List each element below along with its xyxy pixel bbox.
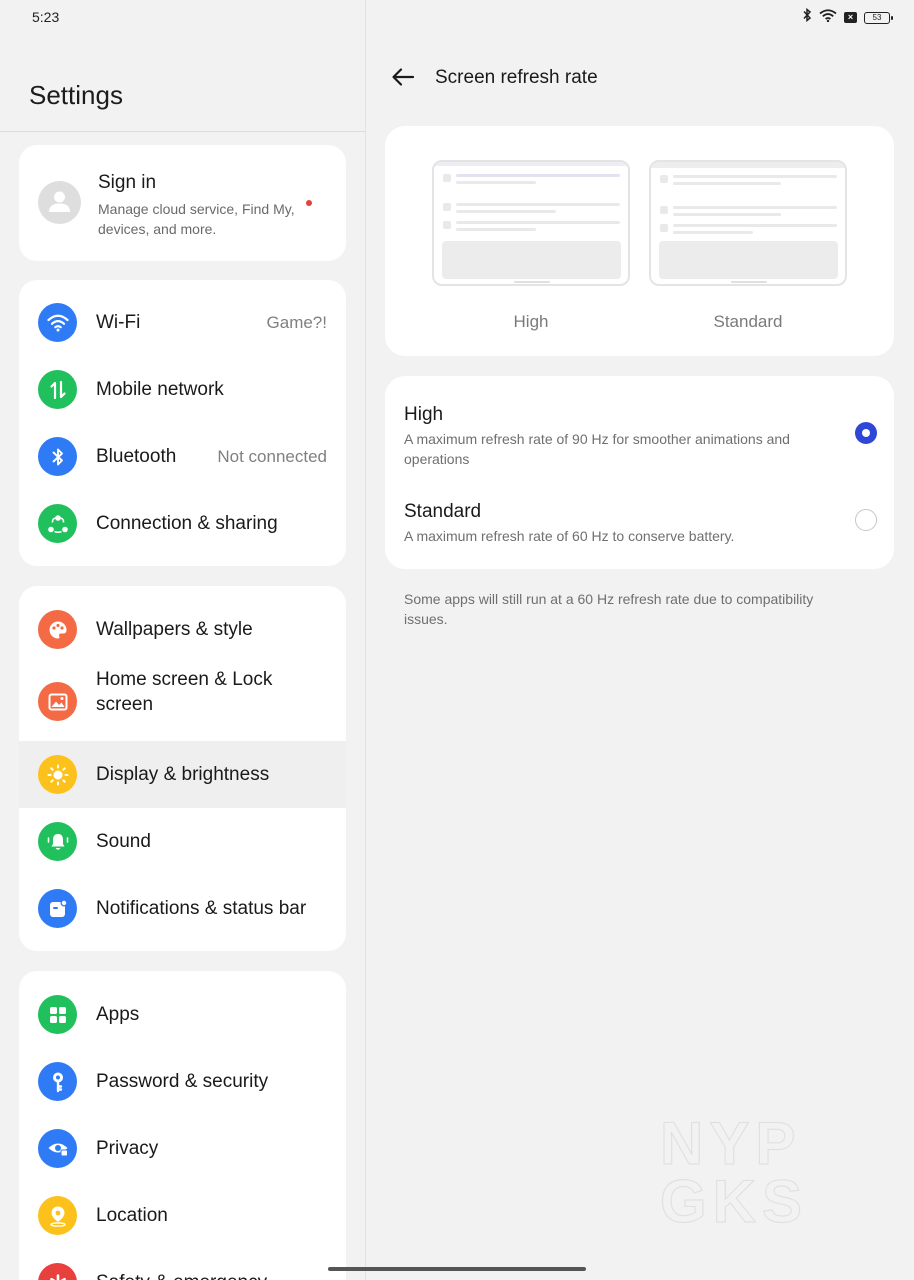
option-standard-description: A maximum refresh rate of 60 Hz to conse… xyxy=(404,528,735,544)
sidebar-item-sound[interactable]: Sound xyxy=(19,808,346,875)
standard-preview-label: Standard xyxy=(713,312,783,331)
sidebar-item-apps[interactable]: Apps xyxy=(19,981,346,1048)
option-high-radio[interactable] xyxy=(855,422,877,444)
home-lock-screen-label: Home screen & Lock screen xyxy=(96,669,273,715)
key-icon xyxy=(38,1062,77,1101)
person-icon xyxy=(49,191,70,212)
option-standard-radio[interactable] xyxy=(855,509,877,531)
sidebar-item-safety-emergency[interactable]: Safety & emergency xyxy=(19,1249,346,1280)
option-high[interactable]: High A maximum refresh rate of 90 Hz for… xyxy=(385,376,894,473)
privacy-label: Privacy xyxy=(96,1138,159,1159)
compatibility-footnote: Some apps will still run at a 60 Hz refr… xyxy=(404,591,814,627)
connection-sharing-icon xyxy=(38,504,77,543)
option-standard[interactable]: Standard A maximum refresh rate of 60 Hz… xyxy=(385,473,894,569)
bluetooth-icon xyxy=(38,437,77,476)
bell-icon xyxy=(38,822,77,861)
personalization-group: Wallpapers & style Home screen & Lock sc… xyxy=(19,586,346,951)
emergency-icon xyxy=(38,1263,77,1280)
sidebar-item-wifi[interactable]: Wi-Fi Game?! xyxy=(19,289,346,356)
apps-grid-icon xyxy=(38,995,77,1034)
mobile-network-label: Mobile network xyxy=(96,379,224,400)
palette-icon xyxy=(38,610,77,649)
apps-label: Apps xyxy=(96,1004,140,1025)
wifi-label: Wi-Fi xyxy=(96,312,141,333)
sidebar-item-password-security[interactable]: Password & security xyxy=(19,1048,346,1115)
wifi-value: Game?! xyxy=(266,313,327,332)
connection-sharing-label: Connection & sharing xyxy=(96,513,278,534)
high-preview-label: High xyxy=(513,312,549,331)
notifications-label: Notifications & status bar xyxy=(96,898,307,919)
display-brightness-label: Display & brightness xyxy=(96,764,270,785)
location-icon xyxy=(38,1196,77,1235)
sidebar-item-wallpapers[interactable]: Wallpapers & style xyxy=(19,596,346,663)
location-label: Location xyxy=(96,1205,168,1226)
bluetooth-value: Not connected xyxy=(217,447,327,466)
wifi-icon xyxy=(38,303,77,342)
sign-in-title: Sign in xyxy=(98,172,157,193)
sun-icon xyxy=(38,755,77,794)
option-high-description: A maximum refresh rate of 90 Hz for smoo… xyxy=(404,431,790,467)
refresh-preview-card: High Standard xyxy=(385,126,894,356)
bluetooth-label: Bluetooth xyxy=(96,446,177,467)
option-standard-title: Standard xyxy=(404,501,482,522)
sign-in-subtitle: Manage cloud service, Find My, devices, … xyxy=(98,201,295,237)
connectivity-group: Wi-Fi Game?! Mobile network Bluetooth No… xyxy=(19,280,346,566)
option-high-title: High xyxy=(404,404,444,425)
mobile-data-icon xyxy=(38,370,77,409)
sidebar-item-privacy[interactable]: Privacy xyxy=(19,1115,346,1182)
avatar xyxy=(38,181,81,224)
settings-list-pane: Settings Sign in Manage cloud service, F… xyxy=(0,0,365,1280)
sidebar-item-bluetooth[interactable]: Bluetooth Not connected xyxy=(19,423,346,490)
sidebar-item-notifications[interactable]: Notifications & status bar xyxy=(19,875,346,942)
watermark-logo: NYP GKS xyxy=(659,1110,809,1235)
wallpapers-label: Wallpapers & style xyxy=(96,619,253,640)
high-preview-illustration[interactable] xyxy=(432,160,630,286)
standard-preview-illustration[interactable] xyxy=(649,160,847,286)
header-divider xyxy=(0,131,365,132)
sidebar-item-connection-sharing[interactable]: Connection & sharing xyxy=(19,490,346,557)
sidebar-item-location[interactable]: Location xyxy=(19,1182,346,1249)
sidebar-item-display-brightness[interactable]: Display & brightness xyxy=(19,741,346,808)
sign-in-card[interactable]: Sign in Manage cloud service, Find My, d… xyxy=(19,145,346,261)
notification-dot xyxy=(306,200,312,206)
sidebar-item-mobile-network[interactable]: Mobile network xyxy=(19,356,346,423)
page-title: Settings xyxy=(29,80,123,110)
notification-icon xyxy=(38,889,77,928)
detail-pane: Screen refresh rate High Standard High A… xyxy=(366,0,914,1280)
safety-emergency-label: Safety & emergency xyxy=(96,1270,267,1280)
back-arrow-icon[interactable] xyxy=(390,64,420,92)
system-group: Apps Password & security Privacy Locatio… xyxy=(19,971,346,1280)
picture-icon xyxy=(38,682,77,721)
home-indicator[interactable] xyxy=(328,1267,586,1271)
detail-title: Screen refresh rate xyxy=(435,67,598,88)
password-security-label: Password & security xyxy=(96,1071,269,1092)
privacy-eye-icon xyxy=(38,1129,77,1168)
sound-label: Sound xyxy=(96,831,151,852)
refresh-options-card: High A maximum refresh rate of 90 Hz for… xyxy=(385,376,894,569)
sidebar-item-home-lock-screen[interactable]: Home screen & Lock screen xyxy=(19,663,346,741)
